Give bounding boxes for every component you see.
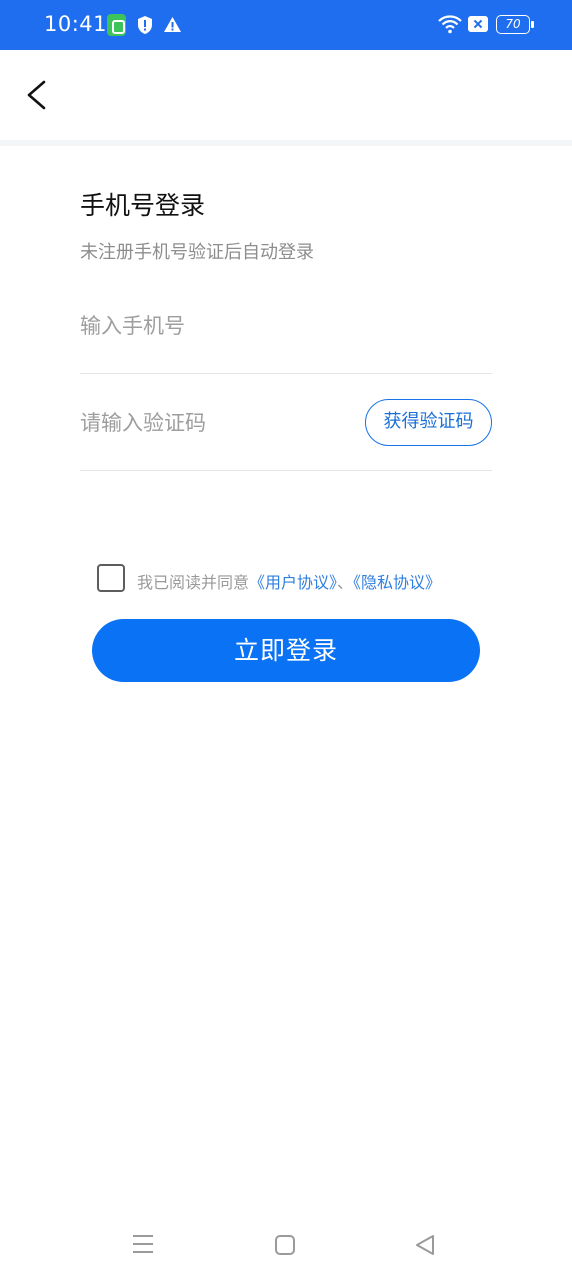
- privacy-policy-link[interactable]: 《隐私协议》: [353, 573, 441, 592]
- chevron-left-icon: [27, 80, 46, 110]
- agreement-prefix: 我已阅读并同意: [137, 573, 250, 592]
- get-code-button[interactable]: 获得验证码: [365, 399, 492, 446]
- agreement-text: 我已阅读并同意《用户协议》、《隐私协议》: [137, 569, 441, 593]
- agree-checkbox[interactable]: [97, 564, 125, 592]
- menu-icon[interactable]: [133, 1234, 155, 1254]
- user-agreement-link[interactable]: 《用户协议》: [249, 573, 337, 592]
- code-field: 获得验证码: [80, 375, 492, 471]
- header: [0, 50, 572, 140]
- wifi-icon: [438, 14, 462, 38]
- home-icon[interactable]: [275, 1235, 295, 1255]
- header-divider: [0, 140, 572, 146]
- shield-icon: [137, 15, 153, 39]
- app-notification-icon: [107, 14, 126, 36]
- status-bar: 10:41 70: [0, 0, 572, 50]
- back-button[interactable]: [18, 72, 58, 118]
- page-title: 手机号登录: [80, 191, 206, 220]
- phone-field: [80, 278, 492, 374]
- code-input[interactable]: [80, 375, 350, 470]
- battery-icon: 70: [496, 15, 534, 34]
- page-subtitle: 未注册手机号验证后自动登录: [80, 242, 314, 263]
- login-button[interactable]: 立即登录: [92, 619, 480, 682]
- agreement-separator: 、: [337, 573, 354, 592]
- phone-input[interactable]: [80, 278, 492, 373]
- warning-icon: [163, 16, 182, 37]
- status-time: 10:41: [44, 12, 108, 36]
- agreement-row: 我已阅读并同意《用户协议》、《隐私协议》: [97, 562, 497, 594]
- back-icon[interactable]: [414, 1234, 436, 1260]
- close-box-icon: [468, 16, 488, 32]
- system-nav-bar: [0, 1210, 572, 1280]
